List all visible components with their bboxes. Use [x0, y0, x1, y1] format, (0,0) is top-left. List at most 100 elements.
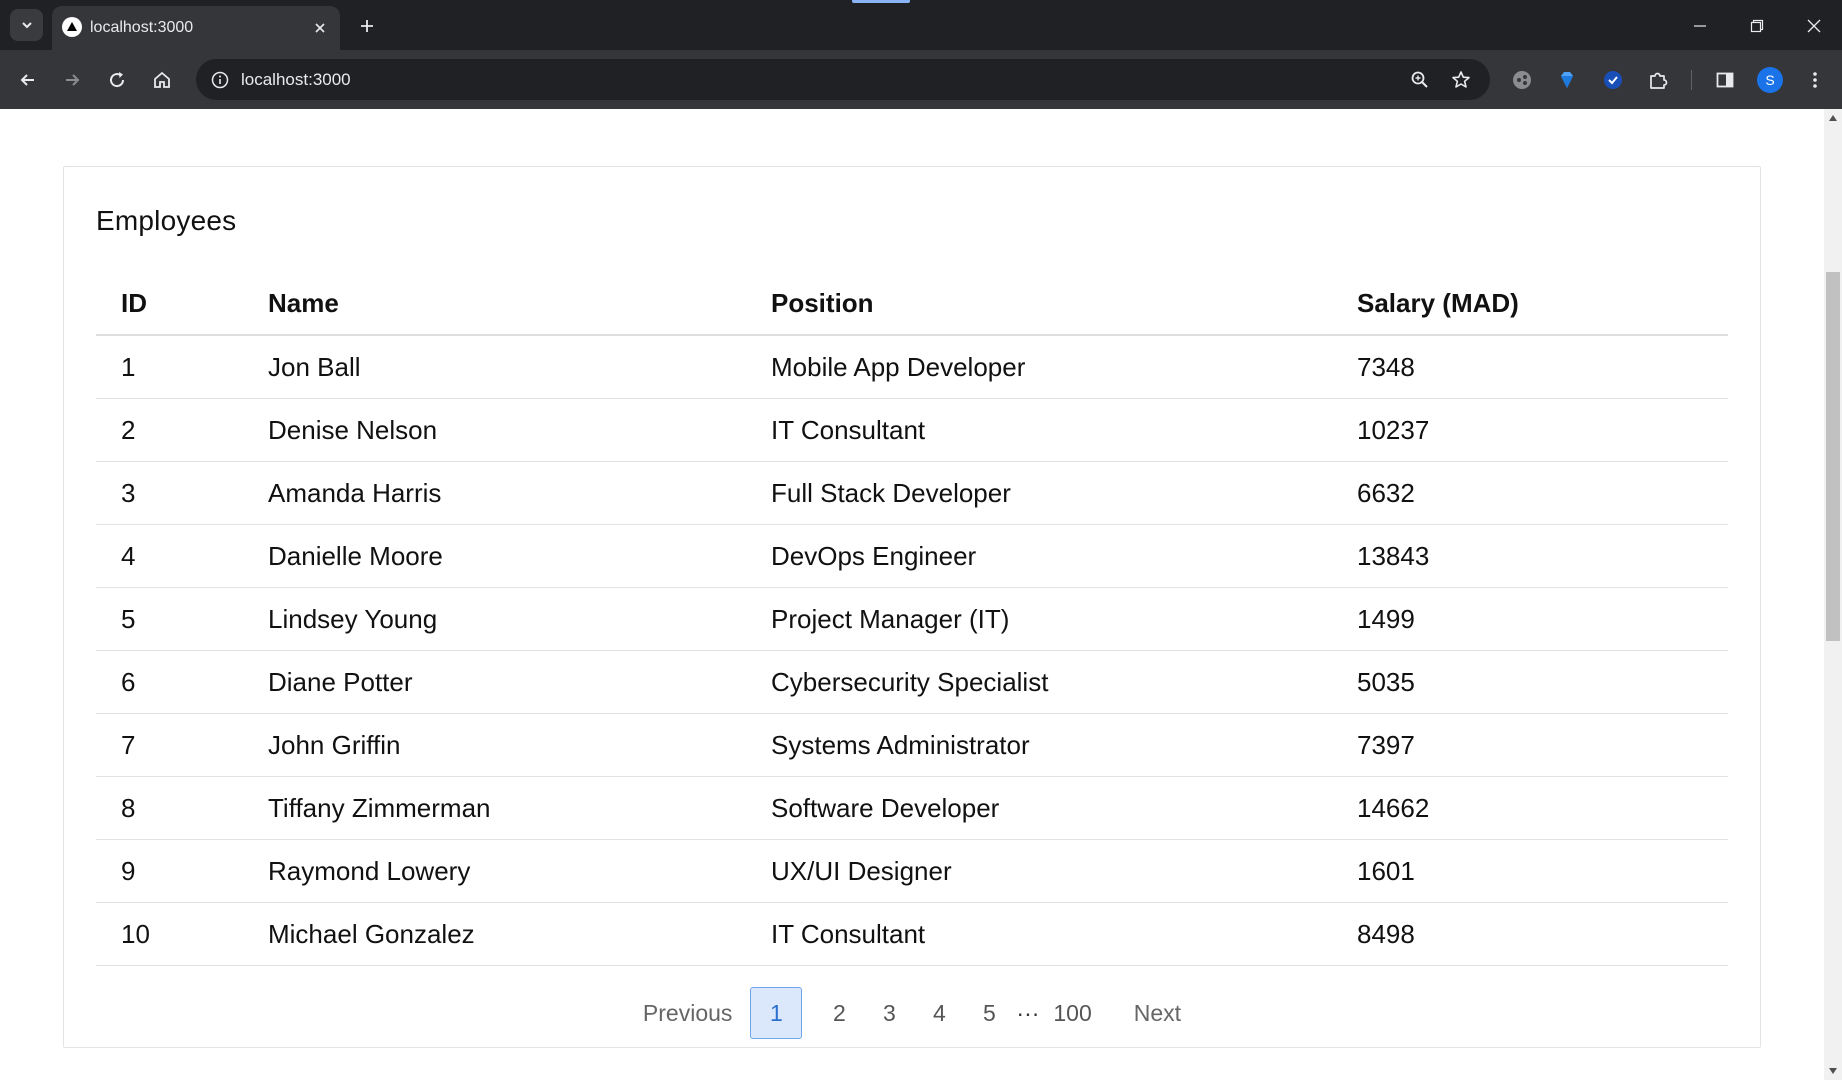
- cell-position: UX/UI Designer: [746, 839, 1332, 903]
- cell-id: 6: [96, 650, 243, 714]
- cell-position: Systems Administrator: [746, 713, 1332, 777]
- forward-icon[interactable]: [58, 66, 86, 94]
- cell-position: DevOps Engineer: [746, 524, 1332, 588]
- employees-table: ID Name Position Salary (MAD) 1 Jon Ball…: [96, 272, 1728, 966]
- table-row: 5 Lindsey Young Project Manager (IT) 149…: [96, 587, 1728, 651]
- pagination-page[interactable]: 3: [864, 988, 914, 1038]
- scroll-down-arrow-icon[interactable]: [1829, 1068, 1837, 1074]
- cell-id: 10: [96, 902, 243, 966]
- cell-id: 2: [96, 398, 243, 462]
- browser-toolbar: localhost:3000 S: [0, 50, 1842, 109]
- scroll-up-arrow-icon[interactable]: [1829, 115, 1837, 121]
- cell-name: Danielle Moore: [243, 524, 746, 588]
- toolbar-divider: [1691, 70, 1692, 90]
- extension-check-icon[interactable]: [1599, 66, 1627, 94]
- profile-avatar[interactable]: S: [1757, 67, 1783, 93]
- scrollbar-thumb[interactable]: [1826, 272, 1840, 641]
- cell-salary: 5035: [1332, 650, 1728, 714]
- cell-position: Software Developer: [746, 776, 1332, 840]
- pagination-page[interactable]: 5: [964, 988, 1014, 1038]
- cell-id: 9: [96, 839, 243, 903]
- table-row: 6 Diane Potter Cybersecurity Specialist …: [96, 650, 1728, 714]
- page-viewport: Employees ID Name Position Salary (MAD) …: [0, 109, 1824, 1080]
- home-icon[interactable]: [148, 66, 176, 94]
- column-header-salary: Salary (MAD): [1332, 272, 1728, 336]
- cell-name: Diane Potter: [243, 650, 746, 714]
- table-row: 2 Denise Nelson IT Consultant 10237: [96, 398, 1728, 462]
- close-window-icon[interactable]: [1802, 14, 1826, 38]
- table-row: 4 Danielle Moore DevOps Engineer 13843: [96, 524, 1728, 588]
- cell-id: 8: [96, 776, 243, 840]
- page-title: Employees: [96, 205, 237, 236]
- cell-position: Project Manager (IT): [746, 587, 1332, 651]
- pagination-ellipsis: ···: [1016, 999, 1040, 1026]
- cell-position: Mobile App Developer: [746, 335, 1332, 399]
- cell-salary: 7348: [1332, 335, 1728, 399]
- cell-salary: 1601: [1332, 839, 1728, 903]
- cell-name: John Griffin: [243, 713, 746, 777]
- cell-position: Full Stack Developer: [746, 461, 1332, 525]
- employees-card: Employees ID Name Position Salary (MAD) …: [63, 166, 1761, 1048]
- address-bar-url: localhost:3000: [241, 70, 351, 89]
- pagination-page-current[interactable]: 1: [750, 987, 803, 1039]
- cell-salary: 13843: [1332, 524, 1728, 588]
- cell-id: 7: [96, 713, 243, 777]
- pagination-next[interactable]: Next: [1122, 988, 1193, 1038]
- back-icon[interactable]: [14, 66, 42, 94]
- cell-name: Lindsey Young: [243, 587, 746, 651]
- close-tab-icon[interactable]: [310, 18, 330, 38]
- zoom-icon[interactable]: [1408, 68, 1432, 92]
- browser-chrome: localhost:3000 localhost:3000 S: [0, 0, 1842, 109]
- tab-strip: localhost:3000: [0, 0, 1842, 50]
- extensions-puzzle-icon[interactable]: [1644, 66, 1672, 94]
- cell-salary: 8498: [1332, 902, 1728, 966]
- cell-name: Amanda Harris: [243, 461, 746, 525]
- chevron-down-icon: [21, 22, 32, 29]
- cell-name: Denise Nelson: [243, 398, 746, 462]
- pagination-page-last[interactable]: 100: [1041, 988, 1103, 1038]
- table-row: 9 Raymond Lowery UX/UI Designer 1601: [96, 839, 1728, 903]
- table-row: 8 Tiffany Zimmerman Software Developer 1…: [96, 776, 1728, 840]
- site-info-icon[interactable]: [209, 69, 231, 91]
- cell-name: Raymond Lowery: [243, 839, 746, 903]
- address-bar[interactable]: localhost:3000: [196, 59, 1490, 100]
- cell-name: Jon Ball: [243, 335, 746, 399]
- table-row: 3 Amanda Harris Full Stack Developer 663…: [96, 461, 1728, 525]
- reload-icon[interactable]: [103, 66, 131, 94]
- tab-strip-accent: [852, 0, 910, 3]
- cell-id: 1: [96, 335, 243, 399]
- favicon-icon: [62, 17, 82, 37]
- bookmark-star-icon[interactable]: [1449, 68, 1473, 92]
- pagination: Previous 1 2 3 4 5 ··· 100 Next: [64, 987, 1760, 1039]
- tab-search-button[interactable]: [10, 9, 43, 41]
- restore-icon[interactable]: [1745, 14, 1769, 38]
- table-row: 7 John Griffin Systems Administrator 739…: [96, 713, 1728, 777]
- table-row: 1 Jon Ball Mobile App Developer 7348: [96, 335, 1728, 399]
- column-header-id: ID: [96, 272, 243, 336]
- cell-position: IT Consultant: [746, 398, 1332, 462]
- kebab-menu-icon[interactable]: [1801, 66, 1829, 94]
- extension-gem-icon[interactable]: [1553, 66, 1581, 94]
- column-header-position: Position: [746, 272, 1332, 336]
- table-row: 10 Michael Gonzalez IT Consultant 8498: [96, 902, 1728, 966]
- cell-id: 3: [96, 461, 243, 525]
- pagination-page[interactable]: 4: [914, 988, 964, 1038]
- cell-position: Cybersecurity Specialist: [746, 650, 1332, 714]
- tab-title: localhost:3000: [90, 19, 194, 36]
- new-tab-icon[interactable]: [355, 14, 379, 38]
- cell-name: Michael Gonzalez: [243, 902, 746, 966]
- cell-name: Tiffany Zimmerman: [243, 776, 746, 840]
- cell-id: 4: [96, 524, 243, 588]
- extension-share-icon[interactable]: [1508, 66, 1536, 94]
- page-scrollbar[interactable]: [1824, 109, 1842, 1080]
- cell-position: IT Consultant: [746, 902, 1332, 966]
- cell-salary: 10237: [1332, 398, 1728, 462]
- cell-salary: 6632: [1332, 461, 1728, 525]
- pagination-previous[interactable]: Previous: [631, 988, 744, 1038]
- cell-salary: 7397: [1332, 713, 1728, 777]
- pagination-page[interactable]: 2: [814, 988, 864, 1038]
- cell-salary: 1499: [1332, 587, 1728, 651]
- minimize-icon[interactable]: [1688, 14, 1712, 38]
- side-panel-icon[interactable]: [1711, 66, 1739, 94]
- browser-tab[interactable]: localhost:3000: [52, 6, 340, 50]
